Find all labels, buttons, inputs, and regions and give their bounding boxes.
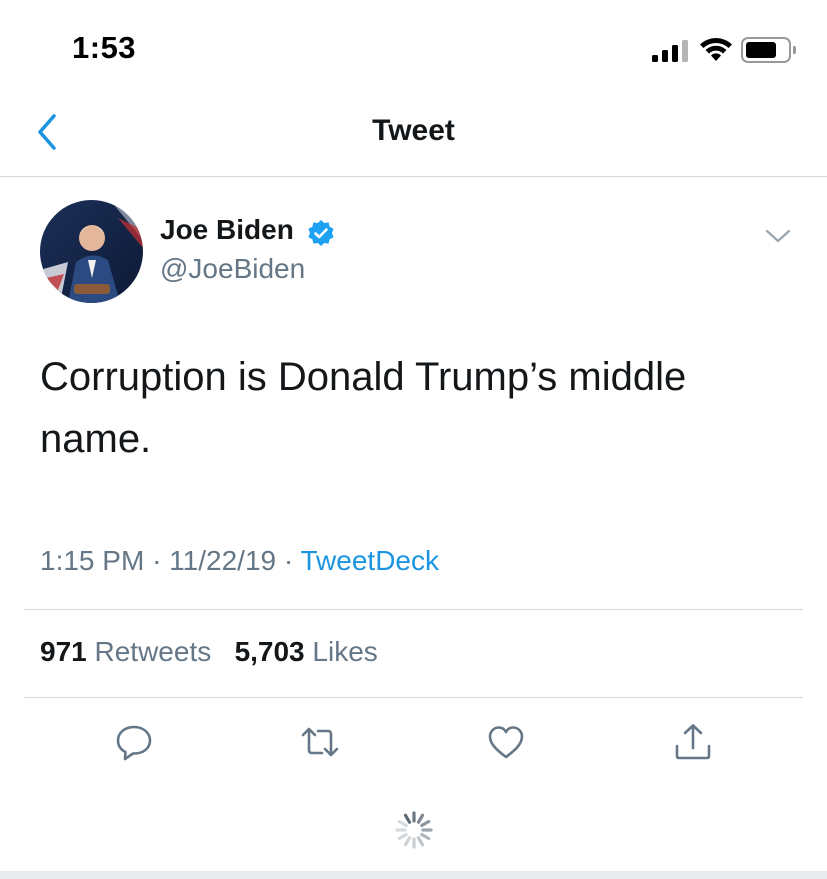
retweet-arrows-icon (301, 727, 339, 757)
page-title: Tweet (372, 114, 455, 147)
retweets-label: Retweets (94, 636, 212, 667)
share-button[interactable] (673, 722, 713, 762)
cellular-signal-icon (652, 40, 688, 62)
retweet-button[interactable] (300, 722, 340, 762)
avatar[interactable] (40, 200, 143, 303)
likes-count: 5,703 (234, 636, 305, 667)
heart-icon (488, 726, 524, 759)
status-bar: 1:53 (0, 0, 827, 96)
tweet-time: 1:15 PM (40, 545, 145, 576)
battery-icon (741, 37, 796, 63)
meta-separator: · (152, 545, 162, 576)
like-button[interactable] (486, 722, 526, 762)
likes-stat[interactable]: 5,703 Likes (235, 636, 378, 667)
retweets-stat[interactable]: 971 Retweets (40, 636, 219, 667)
wifi-icon (700, 38, 732, 61)
meta-separator: · (283, 545, 294, 576)
likes-label: Likes (312, 636, 378, 667)
divider (24, 697, 803, 698)
tweet-stats: 971 Retweets 5,703 Likes (40, 636, 378, 668)
tweet-source-link[interactable]: TweetDeck (300, 545, 439, 576)
tweet-text: Corruption is Donald Trump’s middle name… (40, 355, 687, 461)
chevron-down-icon (765, 229, 791, 243)
status-time: 1:53 (72, 30, 137, 65)
author-name[interactable]: Joe Biden (160, 214, 294, 246)
tweet-options-button[interactable] (762, 222, 794, 250)
share-upload-icon (675, 724, 711, 760)
reply-button[interactable] (114, 722, 154, 762)
profile-photo (40, 200, 143, 303)
loading-spinner-icon (395, 811, 433, 849)
speech-bubble-icon (116, 725, 152, 761)
nav-header: Tweet (0, 96, 827, 177)
verified-badge-icon (308, 220, 334, 246)
author-handle[interactable]: @JoeBiden (160, 253, 305, 285)
tweet-meta: 1:15 PM · 11/22/19 · TweetDeck (40, 545, 439, 577)
bottom-strip (0, 871, 827, 879)
tweet-date: 11/22/19 (169, 545, 277, 576)
divider (24, 609, 803, 610)
retweets-count: 971 (40, 636, 87, 667)
